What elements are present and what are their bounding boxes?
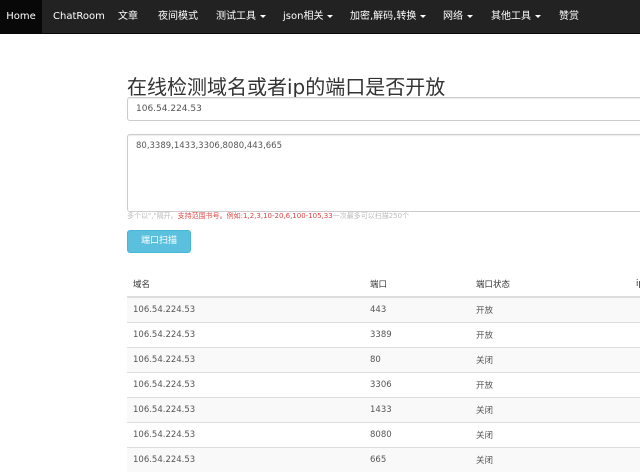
cell-ip <box>630 371 640 397</box>
cell-ip <box>630 421 640 447</box>
header-ip: ip <box>630 272 640 298</box>
cell-port: 3306 <box>364 371 470 397</box>
nav-other-tools[interactable]: 其他工具 <box>491 0 541 34</box>
cell-status: 开放 <box>470 321 630 347</box>
chevron-down-icon <box>327 14 334 18</box>
cell-port: 3389 <box>364 321 470 347</box>
nav-donate[interactable]: 赞赏 <box>559 0 579 34</box>
port-scan-button[interactable]: 端口扫描 <box>127 230 191 253</box>
table-row: 106.54.224.53 3389 开放 <box>127 321 640 347</box>
nav-articles[interactable]: 文章 <box>118 0 138 34</box>
cell-port: 8080 <box>364 421 470 447</box>
cell-status: 关闭 <box>470 346 630 372</box>
table-row: 106.54.224.53 1433 关闭 <box>127 396 640 422</box>
help-text-highlight: 支持范围书号。例如:1,2,3,10-20,6,100-105,33 <box>177 212 333 220</box>
cell-port: 443 <box>364 296 470 322</box>
nav-encrypt[interactable]: 加密,解码,转换 <box>350 0 427 34</box>
nav-articles-label: 文章 <box>118 11 138 22</box>
nav-night-mode[interactable]: 夜间模式 <box>158 0 198 34</box>
nav-test-tools-label: 测试工具 <box>216 11 256 22</box>
cell-ip <box>630 296 640 322</box>
nav-network-label: 网络 <box>443 11 463 22</box>
results-table: 域名 端口 端口状态 ip 106.54.224.53443开放106.54.2… <box>127 272 640 472</box>
ports-textarea[interactable]: 80,3389,1433,3306,8080,443,665 <box>127 134 640 212</box>
cell-domain: 106.54.224.53 <box>127 296 364 322</box>
nav-encrypt-label: 加密,解码,转换 <box>350 11 417 22</box>
table-row: 106.54.224.53 665 关闭 <box>127 446 640 472</box>
cell-port: 665 <box>364 446 470 472</box>
header-port: 端口 <box>364 272 470 298</box>
nav-chatroom-label: ChatRoom <box>53 11 105 22</box>
cell-status: 关闭 <box>470 446 630 472</box>
cell-status: 开放 <box>470 296 630 322</box>
cell-domain: 106.54.224.53 <box>127 346 364 372</box>
nav-chatroom[interactable]: ChatRoom <box>53 0 105 34</box>
chevron-down-icon <box>535 14 541 18</box>
nav-test-tools[interactable]: 测试工具 <box>216 0 266 34</box>
nav-donate-label: 赞赏 <box>559 11 579 22</box>
cell-status: 开放 <box>470 371 630 397</box>
cell-domain: 106.54.224.53 <box>127 421 364 447</box>
table-row: 106.54.224.53 80 关闭 <box>127 346 640 372</box>
cell-ip <box>630 446 640 472</box>
header-domain: 域名 <box>127 272 364 298</box>
nav-other-tools-label: 其他工具 <box>491 11 531 22</box>
nav-network[interactable]: 网络 <box>443 0 473 34</box>
cell-status: 关闭 <box>470 396 630 422</box>
cell-port: 80 <box>364 346 470 372</box>
table-row: 106.54.224.53 443 开放 <box>127 296 640 322</box>
top-navbar: Home ChatRoom 文章 夜间模式 测试工具 json相关 加密,解码,… <box>0 0 640 34</box>
nav-json-label: json相关 <box>283 11 324 22</box>
table-row: 106.54.224.53 8080 关闭 <box>127 421 640 447</box>
nav-home-label: Home <box>6 11 36 22</box>
chevron-down-icon <box>467 14 473 18</box>
chevron-down-icon <box>260 14 266 18</box>
help-text: 多个以","隔开。支持范围书号。例如:1,2,3,10-20,6,100-105… <box>127 212 409 221</box>
table-row: 106.54.224.53 3306 开放 <box>127 371 640 397</box>
nav-json[interactable]: json相关 <box>283 0 334 34</box>
cell-status: 关闭 <box>470 421 630 447</box>
host-input[interactable] <box>127 97 640 121</box>
cell-domain: 106.54.224.53 <box>127 321 364 347</box>
table-header-row: 域名 端口 端口状态 ip <box>127 272 640 298</box>
cell-ip <box>630 396 640 422</box>
help-text-suffix: 一次最多可以扫描250个 <box>332 212 410 220</box>
results-body: 106.54.224.53 443 开放 106.54.224.53 3389 开放 106… <box>127 296 640 472</box>
nav-night-mode-label: 夜间模式 <box>158 11 198 22</box>
chevron-down-icon <box>420 14 427 18</box>
header-port-status: 端口状态 <box>470 272 630 298</box>
cell-ip <box>630 321 640 347</box>
help-text-prefix: 多个以","隔开。 <box>127 212 178 220</box>
nav-home[interactable]: Home <box>0 0 42 34</box>
cell-domain: 106.54.224.53 <box>127 396 364 422</box>
cell-ip <box>630 346 640 372</box>
cell-port: 1433 <box>364 396 470 422</box>
cell-domain: 106.54.224.53 <box>127 446 364 472</box>
cell-domain: 106.54.224.53 <box>127 371 364 397</box>
